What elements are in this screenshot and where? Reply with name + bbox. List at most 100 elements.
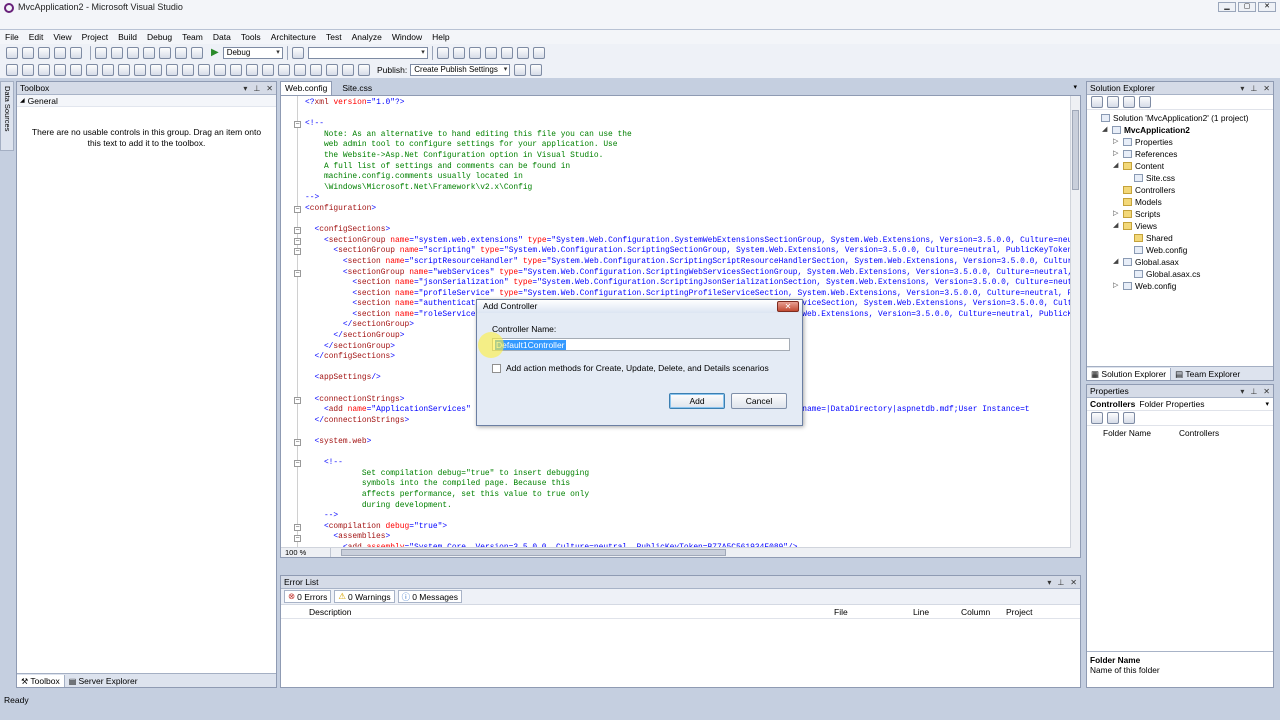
pin-icon[interactable]: ⊥: [1250, 387, 1257, 396]
collapse-toggle-icon[interactable]: −: [294, 121, 301, 129]
bookmark-prev-icon[interactable]: [246, 63, 258, 76]
menu-team[interactable]: Team: [177, 30, 208, 44]
code-line[interactable]: [305, 109, 1080, 120]
collapse-toggle-icon[interactable]: −: [294, 460, 301, 468]
open-file-icon[interactable]: [38, 46, 50, 59]
new-project-icon[interactable]: [6, 46, 18, 59]
code-line[interactable]: <?xml version="1.0"?>: [305, 98, 1080, 109]
code-line[interactable]: Note: As an alternative to hand editing …: [305, 130, 1080, 141]
bookmark-icon[interactable]: [326, 63, 338, 76]
extension-manager-icon[interactable]: [500, 46, 513, 59]
format-icon[interactable]: [22, 63, 34, 76]
menu-data[interactable]: Data: [208, 30, 236, 44]
start-debugging-icon[interactable]: ▶: [211, 47, 219, 58]
expand-arrow-icon[interactable]: ◢: [1113, 220, 1121, 232]
tree-item[interactable]: Solution 'MvcApplication2' (1 project): [1091, 112, 1273, 124]
code-line[interactable]: <section name="jsonSerialization" type="…: [305, 278, 1080, 289]
tab-server-explorer[interactable]: ▤ Server Explorer: [65, 675, 142, 687]
pin-icon[interactable]: ⊥: [1250, 84, 1257, 93]
menu-file[interactable]: File: [0, 30, 24, 44]
toolbox-group-general[interactable]: ◢ General: [17, 95, 276, 107]
code-line[interactable]: <!--: [305, 458, 1080, 469]
collapse-toggle-icon[interactable]: −: [294, 396, 301, 404]
zoom-level[interactable]: 100 %: [281, 548, 331, 557]
refresh-icon[interactable]: [1123, 96, 1135, 108]
toolbox-icon[interactable]: [484, 46, 497, 59]
code-line[interactable]: <!--: [305, 119, 1080, 130]
properties-object-select[interactable]: Controllers Folder Properties ▾: [1087, 398, 1273, 411]
code-line[interactable]: A full list of settings and comments can…: [305, 162, 1080, 173]
code-line[interactable]: the Website->Asp.Net Configuration optio…: [305, 151, 1080, 162]
undo-icon[interactable]: [143, 46, 155, 59]
minimize-button[interactable]: ▁: [1218, 2, 1236, 12]
find-combo[interactable]: [307, 46, 428, 59]
format-icon[interactable]: [70, 63, 82, 76]
chevron-down-icon[interactable]: ▾: [1265, 400, 1269, 408]
format-icon[interactable]: [54, 63, 66, 76]
code-line[interactable]: <section name="scriptResourceHandler" ty…: [305, 257, 1080, 268]
menu-window[interactable]: Window: [387, 30, 427, 44]
close-window-button[interactable]: ✕: [1258, 2, 1276, 12]
bookmark-icon[interactable]: [294, 63, 306, 76]
pin-icon[interactable]: ⊥: [1057, 578, 1064, 587]
code-line[interactable]: <assemblies>: [305, 532, 1080, 543]
errors-filter-button[interactable]: ⊗ 0 Errors: [284, 590, 332, 603]
code-line[interactable]: [305, 215, 1080, 226]
property-row[interactable]: Folder Name Controllers: [1087, 426, 1273, 440]
close-icon[interactable]: ✕: [1070, 578, 1077, 587]
column-header-description[interactable]: Description: [309, 607, 352, 617]
expand-arrow-icon[interactable]: ▷: [1113, 148, 1121, 160]
editor-vertical-scrollbar[interactable]: [1070, 96, 1080, 557]
menu-help[interactable]: Help: [427, 30, 454, 44]
format-icon[interactable]: [86, 63, 98, 76]
warnings-filter-button[interactable]: ⚠ 0 Warnings: [334, 590, 395, 603]
object-browser-icon[interactable]: [468, 46, 481, 59]
action-methods-checkbox[interactable]: [492, 363, 501, 373]
controller-name-input[interactable]: Default1Controller: [492, 338, 790, 351]
menu-tools[interactable]: Tools: [236, 30, 266, 44]
property-pages-icon[interactable]: [1123, 412, 1135, 424]
action-methods-option[interactable]: Add action methods for Create, Update, D…: [492, 363, 769, 373]
expand-arrow-icon[interactable]: ▷: [1113, 280, 1121, 292]
code-line[interactable]: machine.config.comments usually located …: [305, 172, 1080, 183]
expand-arrow-icon[interactable]: ▷: [1113, 208, 1121, 220]
code-line[interactable]: -->: [305, 511, 1080, 522]
save-all-icon[interactable]: [70, 46, 82, 59]
bookmark-icon[interactable]: [310, 63, 322, 76]
add-button[interactable]: Add: [669, 393, 725, 409]
tree-item[interactable]: ◢ Views: [1091, 220, 1273, 232]
tree-item[interactable]: ▷ Scripts: [1091, 208, 1273, 220]
tree-item[interactable]: Global.asax.cs: [1091, 268, 1273, 280]
tree-item[interactable]: Controllers: [1091, 184, 1273, 196]
indent-icon[interactable]: [166, 63, 178, 76]
tree-item[interactable]: Shared: [1091, 232, 1273, 244]
column-header-project[interactable]: Project: [1006, 607, 1032, 617]
cancel-button[interactable]: Cancel: [731, 393, 787, 409]
collapse-toggle-icon[interactable]: −: [294, 534, 301, 542]
start-page-icon[interactable]: [516, 46, 529, 59]
publish-select[interactable]: Create Publish Settings: [410, 63, 511, 76]
expand-arrow-icon[interactable]: ◢: [1113, 160, 1121, 172]
collapse-toggle-icon[interactable]: −: [294, 206, 301, 213]
close-icon[interactable]: ✕: [266, 84, 273, 93]
menu-project[interactable]: Project: [77, 30, 113, 44]
code-line[interactable]: Set compilation debug="true" to insert d…: [305, 469, 1080, 480]
code-line[interactable]: <section name="profileService" type="Sys…: [305, 289, 1080, 300]
menu-architecture[interactable]: Architecture: [266, 30, 321, 44]
publish-settings-icon[interactable]: [530, 63, 543, 76]
format-icon[interactable]: [150, 63, 162, 76]
code-line[interactable]: [305, 426, 1080, 437]
code-line[interactable]: <configuration>: [305, 204, 1080, 215]
solution-explorer-icon[interactable]: [436, 46, 449, 59]
tab-dropdown-icon[interactable]: ▾: [1073, 83, 1077, 91]
code-line[interactable]: affects performance, set this value to t…: [305, 490, 1080, 501]
code-line[interactable]: during development.: [305, 501, 1080, 512]
close-icon[interactable]: ✕: [1263, 387, 1270, 396]
collapse-toggle-icon[interactable]: −: [294, 248, 301, 256]
expand-arrow-icon[interactable]: ◢: [1102, 124, 1110, 136]
uncomment-icon[interactable]: [214, 63, 226, 76]
format-icon[interactable]: [102, 63, 114, 76]
bookmark-clear-icon[interactable]: [278, 63, 290, 76]
menu-build[interactable]: Build: [113, 30, 142, 44]
menu-edit[interactable]: Edit: [24, 30, 49, 44]
